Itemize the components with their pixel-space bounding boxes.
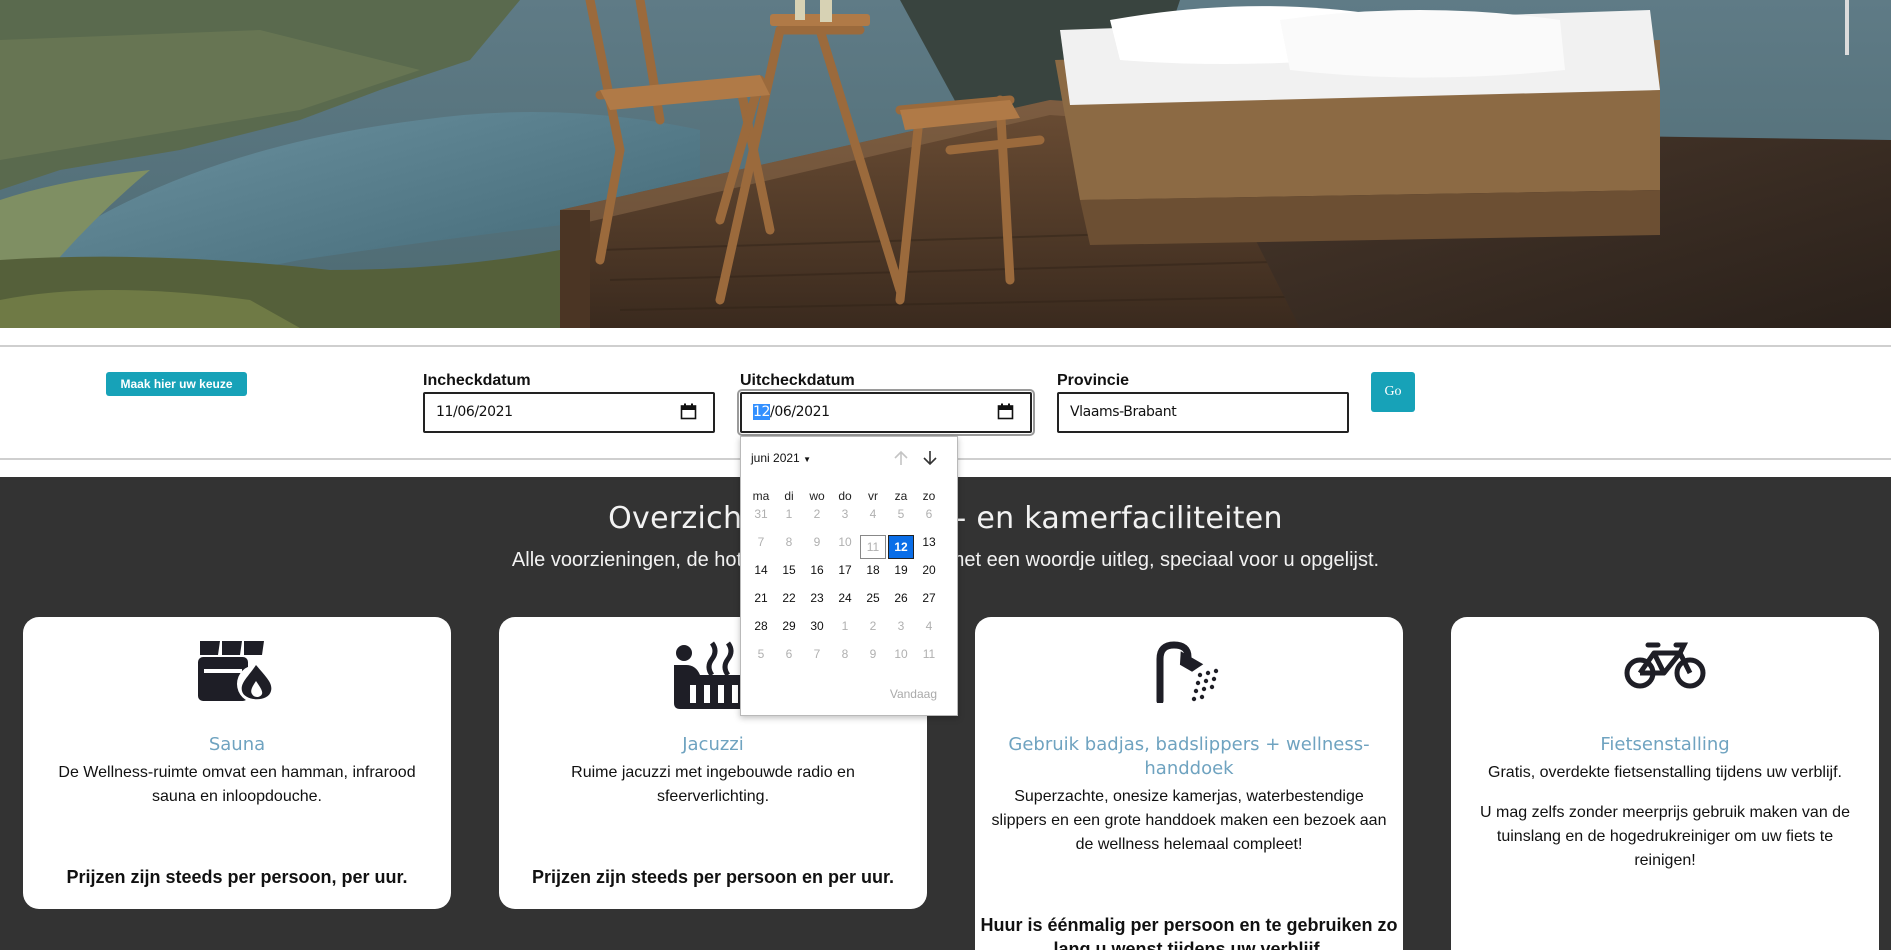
calendar-day[interactable]: 5 [888, 507, 914, 531]
calendar-day[interactable]: 14 [748, 563, 774, 587]
card-text: De Wellness-ruimte omvat een hamman, inf… [58, 764, 416, 805]
caret-down-icon: ▼ [803, 455, 811, 464]
calendar-day[interactable]: 17 [832, 563, 858, 587]
card-text: Ruime jacuzzi met ingebouwde radio en sf… [571, 764, 855, 805]
calendar-day[interactable]: 10 [888, 647, 914, 671]
calendar-day[interactable]: 18 [860, 563, 886, 587]
calendar-day[interactable]: 6 [916, 507, 942, 531]
calendar-day[interactable]: 23 [804, 591, 830, 615]
calendar-day[interactable]: 11 [916, 647, 942, 671]
facility-card-sauna: Sauna De Wellness-ruimte omvat een hamma… [23, 617, 451, 909]
card-title: Fietsenstalling [1600, 734, 1730, 755]
checkout-field-group: Uitcheckdatum 12/06/2021 [737, 372, 1035, 436]
calendar-day[interactable]: 3 [832, 507, 858, 531]
calendar-day[interactable]: 29 [776, 619, 802, 643]
checkin-label: Incheckdatum [423, 372, 531, 389]
card-title: Sauna [208, 734, 266, 755]
weekday-label: di [784, 489, 794, 503]
weekday-label: do [838, 489, 852, 503]
sauna-icon [198, 641, 275, 703]
card-price-note: Prijzen zijn steeds per persoon en per u… [531, 867, 895, 887]
calendar-day[interactable]: 16 [804, 563, 830, 587]
calendar-day[interactable]: 30 [804, 619, 830, 643]
card-text-secondary: U mag zelfs zonder meerprijs gebruik mak… [1480, 804, 1850, 869]
province-label: Provincie [1057, 372, 1130, 389]
checkout-day-segment[interactable]: 12 [753, 404, 770, 420]
calendar-day[interactable]: 8 [832, 647, 858, 671]
calendar-day[interactable]: 22 [776, 591, 802, 615]
calendar-day[interactable]: 11 [860, 535, 886, 559]
calendar-day[interactable]: 7 [804, 647, 830, 671]
calendar-day[interactable]: 2 [804, 507, 830, 531]
card-text: Superzachte, onesize kamerjas, waterbest… [991, 788, 1387, 853]
hero-image [0, 0, 1891, 328]
facility-card-bike-storage: Fietsenstalling Gratis, overdekte fietse… [1451, 617, 1879, 950]
calendar-day[interactable]: 15 [776, 563, 802, 587]
calendar-day[interactable]: 12 [888, 535, 914, 559]
calendar-day[interactable]: 9 [860, 647, 886, 671]
calendar-day[interactable]: 9 [804, 535, 830, 559]
weekday-label: wo [809, 489, 825, 503]
card-text: Gratis, overdekte fietsenstalling tijden… [1488, 764, 1842, 781]
calendar-day[interactable]: 27 [916, 591, 942, 615]
weekday-label: za [894, 489, 908, 503]
checkin-date-input[interactable]: 11/06/2021 [423, 392, 715, 433]
calendar-day[interactable]: 4 [916, 619, 942, 643]
calendar-day[interactable]: 28 [748, 619, 774, 643]
calendar-day[interactable]: 10 [832, 535, 858, 559]
weekday-label: zo [922, 489, 936, 503]
province-value: Vlaams-Brabant [1070, 404, 1177, 420]
weekday-label: ma [752, 489, 770, 503]
card-title: Gebruik badjas, badslippers + wellness-h… [1008, 734, 1370, 779]
calendar-day[interactable]: 4 [860, 507, 886, 531]
calendar-day[interactable]: 19 [888, 563, 914, 587]
calendar-day[interactable]: 26 [888, 591, 914, 615]
go-button[interactable]: Go [1371, 372, 1415, 412]
next-month-arrow-icon[interactable] [921, 449, 939, 467]
calendar-day[interactable]: 3 [888, 619, 914, 643]
province-input[interactable]: Vlaams-Brabant [1057, 392, 1349, 433]
calendar-icon[interactable] [997, 403, 1014, 420]
previous-month-arrow-icon[interactable] [892, 449, 910, 467]
datepicker-popup: juni 2021 ▼ ma di wo do vr za zo 31 1 2 3 4 5 6 7 8 9 10… [740, 436, 958, 716]
checkout-date-input[interactable]: 12/06/2021 [737, 389, 1035, 436]
bicycle-icon [1624, 642, 1706, 689]
calendar-day[interactable]: 20 [916, 563, 942, 587]
calendar-day[interactable]: 21 [748, 591, 774, 615]
province-field-group: Provincie Vlaams-Brabant [1057, 372, 1349, 433]
checkin-date-value: 11/06/2021 [436, 404, 513, 420]
card-price-note: Huur is éénmalig per persoon en te gebru… [980, 915, 1398, 950]
today-button[interactable]: Vandaag [890, 687, 937, 701]
month-label: juni 2021 [751, 451, 800, 465]
calendar-day[interactable]: 1 [832, 619, 858, 643]
calendar-day[interactable]: 8 [776, 535, 802, 559]
divider [0, 345, 1891, 347]
facility-card-bathrobe: Gebruik badjas, badslippers + wellness-h… [975, 617, 1403, 950]
calendar-day[interactable]: 1 [776, 507, 802, 531]
calendar-icon[interactable] [680, 403, 697, 420]
checkin-field-group: Incheckdatum 11/06/2021 [423, 372, 715, 433]
calendar-day[interactable]: 13 [916, 535, 942, 559]
checkout-label: Uitcheckdatum [740, 372, 855, 389]
calendar-day[interactable]: 24 [832, 591, 858, 615]
choose-button[interactable]: Maak hier uw keuze [106, 372, 247, 396]
calendar-day[interactable]: 25 [860, 591, 886, 615]
calendar-day[interactable]: 2 [860, 619, 886, 643]
calendar-day[interactable]: 31 [748, 507, 774, 531]
shower-icon [1156, 641, 1219, 703]
checkout-date-rest: /06/2021 [770, 404, 830, 420]
card-title: Jacuzzi [682, 734, 744, 755]
weekday-label: vr [868, 489, 878, 503]
month-year-selector[interactable]: juni 2021 ▼ [751, 451, 811, 465]
calendar-day[interactable]: 7 [748, 535, 774, 559]
calendar-day[interactable]: 6 [776, 647, 802, 671]
calendar-day[interactable]: 5 [748, 647, 774, 671]
card-price-note: Prijzen zijn steeds per persoon, per uur… [66, 867, 408, 887]
